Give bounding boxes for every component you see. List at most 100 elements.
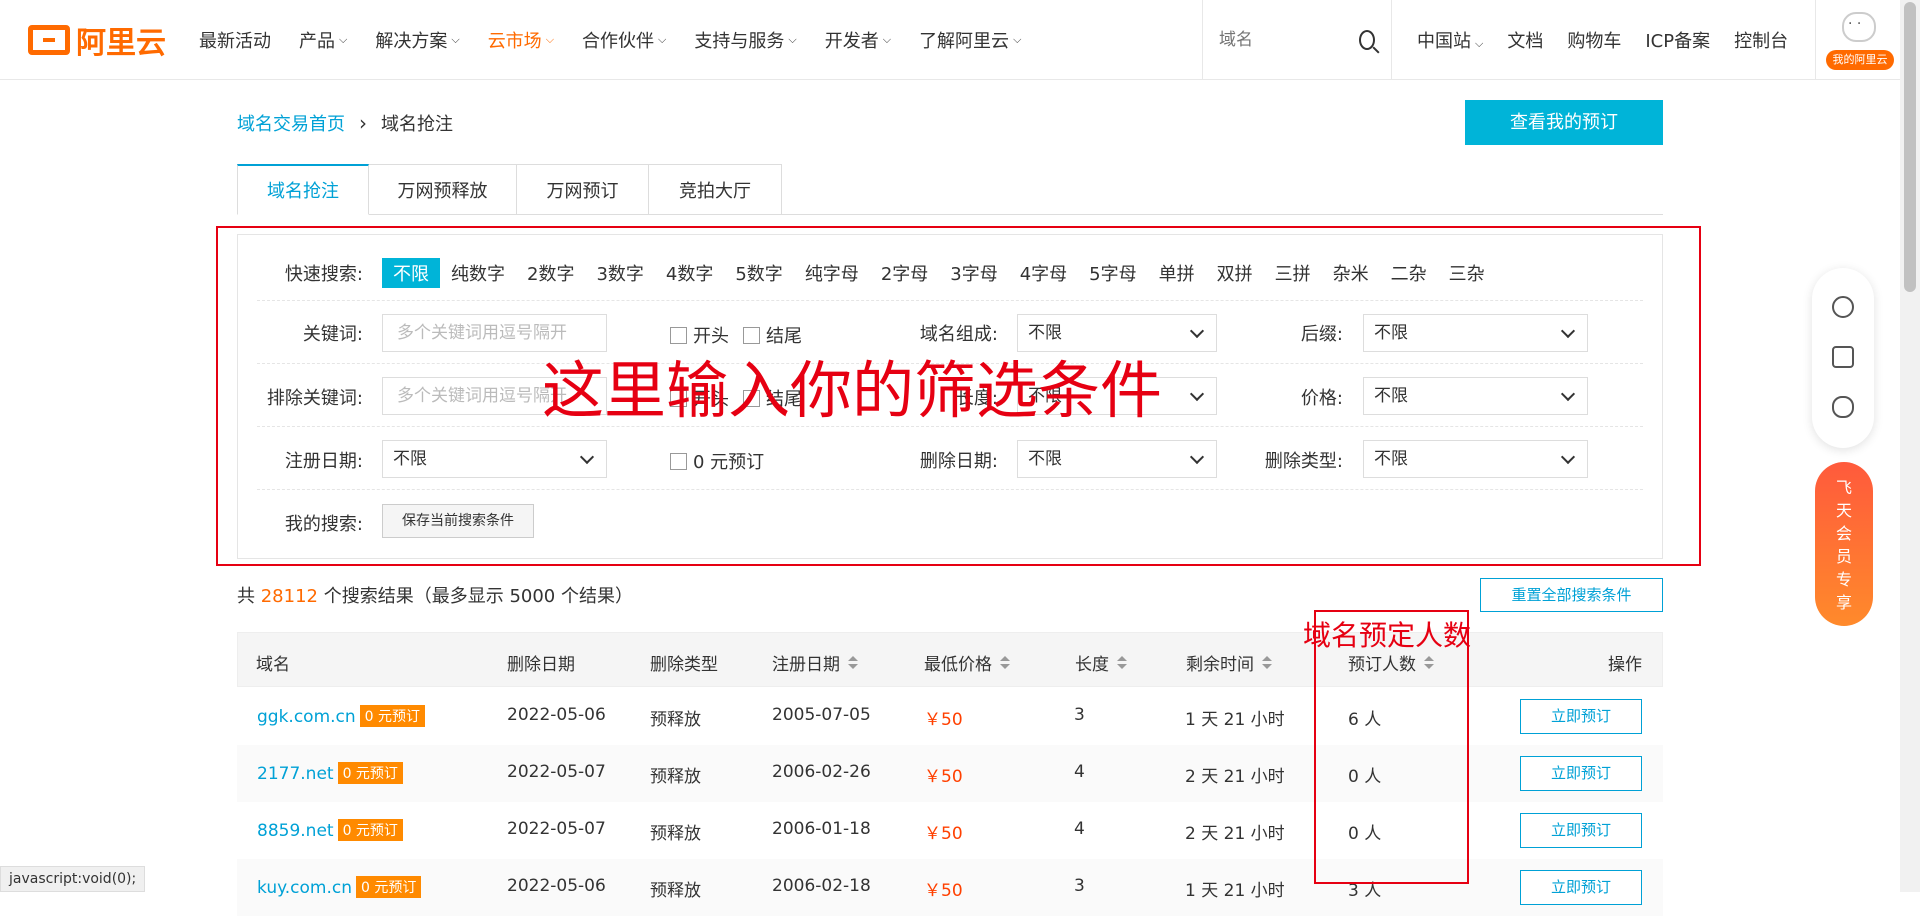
quick-option[interactable]: 2字母 xyxy=(870,258,939,288)
deltype-label: 删除类型: xyxy=(1264,451,1343,472)
quick-option[interactable]: 5字母 xyxy=(1078,258,1147,288)
phone-icon[interactable] xyxy=(1832,346,1854,368)
nav-region[interactable]: 中国站 ⌵ xyxy=(1405,27,1495,53)
nav-console[interactable]: 控制台 xyxy=(1722,27,1800,53)
keyword-label: 关键词: xyxy=(302,324,363,345)
th-length[interactable]: 长度 xyxy=(1075,650,1127,675)
chevron-down-icon xyxy=(1189,323,1205,339)
deltype-select[interactable]: 不限 xyxy=(1363,440,1588,478)
chevron-down-icon: ⌵ xyxy=(788,33,797,46)
vip-exclusive-banner[interactable]: 飞天会员专享 xyxy=(1815,462,1873,626)
nav-cart[interactable]: 购物车 xyxy=(1555,27,1633,53)
tab-auction[interactable]: 竞拍大厅 xyxy=(649,164,782,215)
chevron-down-icon xyxy=(1189,449,1205,465)
reserve-now-button[interactable]: 立即预订 xyxy=(1520,813,1642,848)
reserve-now-button[interactable]: 立即预订 xyxy=(1520,870,1642,905)
th-price[interactable]: 最低价格 xyxy=(924,650,1010,675)
reserve-now-button[interactable]: 立即预订 xyxy=(1520,756,1642,791)
view-my-reservations-button[interactable]: 查看我的预订 xyxy=(1465,100,1663,145)
quick-option[interactable]: 双拼 xyxy=(1206,258,1264,288)
quick-option[interactable]: 2数字 xyxy=(516,258,585,288)
tab-pre-order[interactable]: 万网预订 xyxy=(517,164,649,215)
chevron-down-icon xyxy=(1560,386,1576,402)
zero-reserve-checkbox[interactable]: 0 元预订 xyxy=(670,448,764,474)
sort-icon[interactable] xyxy=(1262,655,1272,670)
nav-item-support[interactable]: 支持与服务 ⌵ xyxy=(680,27,810,53)
cell-regdate: 2005-07-05 xyxy=(772,705,871,725)
quick-option[interactable]: 三拼 xyxy=(1264,258,1322,288)
tab-pre-release[interactable]: 万网预释放 xyxy=(369,164,517,215)
quick-option[interactable]: 杂米 xyxy=(1322,258,1380,288)
nav-item-developers[interactable]: 开发者 ⌵ xyxy=(811,27,905,53)
cell-remaining: 1 天 21 小时 xyxy=(1185,881,1285,901)
nav-icp[interactable]: ICP备案 xyxy=(1633,27,1722,53)
result-count: 共 28112 个搜索结果（最多显示 5000 个结果） xyxy=(237,586,633,607)
chevron-down-icon xyxy=(1189,386,1205,402)
cell-price: ￥50 xyxy=(924,710,963,730)
nav-item-about[interactable]: 了解阿里云 ⌵ xyxy=(905,27,1035,53)
aliyun-logo[interactable]: 阿里云 xyxy=(28,22,166,61)
sort-icon[interactable] xyxy=(1117,655,1127,670)
side-toolbar xyxy=(1812,268,1874,448)
cloud-icon[interactable] xyxy=(1832,396,1854,418)
quick-option[interactable]: 二杂 xyxy=(1380,258,1438,288)
quick-option[interactable]: 5数字 xyxy=(724,258,793,288)
chevron-down-icon: ⌵ xyxy=(339,33,348,46)
chevron-down-icon xyxy=(1560,449,1576,465)
quick-option[interactable]: 三杂 xyxy=(1438,258,1496,288)
page-scrollbar[interactable] xyxy=(1900,0,1920,892)
filter-row-quick: 快速搜索: 不限 纯数字 2数字 3数字 4数字 5数字 纯字母 2字母 3字母… xyxy=(257,234,1643,301)
user-avatar-area[interactable]: 我的阿里云 xyxy=(1815,0,1900,80)
regdate-label: 注册日期: xyxy=(284,451,363,472)
price-select[interactable]: 不限 xyxy=(1363,377,1588,415)
cell-deltype: 预释放 xyxy=(650,824,701,844)
nav-item-solutions[interactable]: 解决方案 ⌵ xyxy=(361,27,473,53)
breadcrumb-home[interactable]: 域名交易首页 xyxy=(237,110,345,136)
logo-mark-icon xyxy=(28,25,70,55)
quick-option[interactable]: 4字母 xyxy=(1009,258,1078,288)
tab-domain-snatch[interactable]: 域名抢注 xyxy=(237,164,369,215)
chevron-down-icon: ⌵ xyxy=(545,33,555,46)
search-icon[interactable] xyxy=(1359,30,1375,50)
th-remaining[interactable]: 剩余时间 xyxy=(1186,650,1272,675)
deldate-select[interactable]: 不限 xyxy=(1017,440,1217,478)
zero-reserve-badge: 0 元预订 xyxy=(337,762,403,784)
exclude-keyword-label: 排除关键词: xyxy=(266,388,363,409)
chevron-down-icon: ⌵ xyxy=(882,33,892,46)
quick-option[interactable]: 3数字 xyxy=(585,258,654,288)
quick-option[interactable]: 纯数字 xyxy=(440,258,516,288)
breadcrumb: 域名交易首页 › 域名抢注 xyxy=(237,110,453,136)
nav-search-input[interactable] xyxy=(1219,30,1349,50)
nav-item-marketplace[interactable]: 云市场 ⌵ xyxy=(474,27,568,53)
domain-link[interactable]: kuy.com.cn 0 元预订 xyxy=(257,876,422,898)
quick-option[interactable]: 4数字 xyxy=(655,258,724,288)
cell-regdate: 2006-01-18 xyxy=(772,819,871,839)
nav-docs[interactable]: 文档 xyxy=(1495,27,1555,53)
domain-link[interactable]: 2177.net 0 元预订 xyxy=(257,762,403,784)
cell-remaining: 2 天 21 小时 xyxy=(1185,824,1285,844)
sort-icon[interactable] xyxy=(1000,655,1010,670)
quick-option[interactable]: 3字母 xyxy=(939,258,1008,288)
save-search-button[interactable]: 保存当前搜索条件 xyxy=(382,504,534,538)
cell-deltype: 预释放 xyxy=(650,710,701,730)
reset-search-button[interactable]: 重置全部搜索条件 xyxy=(1480,578,1663,612)
sort-icon[interactable] xyxy=(848,655,858,670)
nav-item-activities[interactable]: 最新活动 xyxy=(185,27,285,53)
cell-deldate: 2022-05-06 xyxy=(507,876,606,896)
domain-link[interactable]: 8859.net 0 元预订 xyxy=(257,819,403,841)
quick-option[interactable]: 单拼 xyxy=(1148,258,1206,288)
nav-item-partners[interactable]: 合作伙伴 ⌵ xyxy=(568,27,680,53)
reserve-now-button[interactable]: 立即预订 xyxy=(1520,699,1642,734)
nav-item-products[interactable]: 产品 ⌵ xyxy=(285,27,361,53)
quick-option[interactable]: 纯字母 xyxy=(794,258,870,288)
quick-option[interactable]: 不限 xyxy=(382,258,440,288)
my-search-label: 我的搜索: xyxy=(284,514,363,535)
suffix-select[interactable]: 不限 xyxy=(1363,314,1588,352)
chevron-down-icon xyxy=(1560,323,1576,339)
domain-link[interactable]: ggk.com.cn 0 元预订 xyxy=(257,705,426,727)
th-deldate: 删除日期 xyxy=(507,655,575,675)
th-regdate[interactable]: 注册日期 xyxy=(772,650,858,675)
headset-icon[interactable] xyxy=(1832,296,1854,318)
scrollbar-thumb[interactable] xyxy=(1904,2,1916,292)
regdate-select[interactable]: 不限 xyxy=(382,440,607,478)
